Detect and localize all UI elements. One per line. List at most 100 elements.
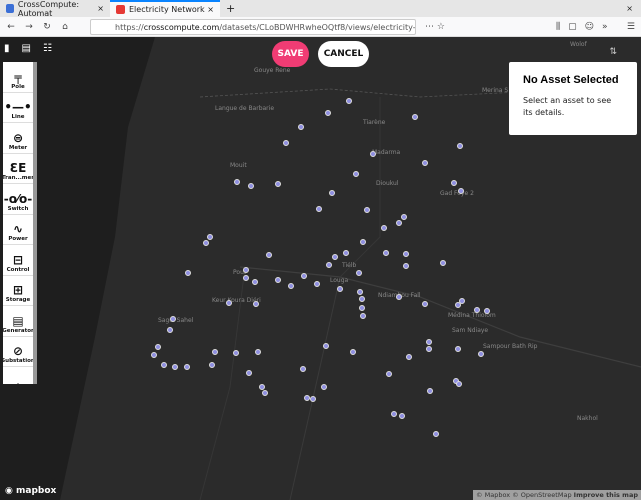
palette-item-generator[interactable]: ▤ Generator [3, 306, 36, 337]
asset-marker[interactable] [458, 188, 464, 194]
asset-marker[interactable] [332, 254, 338, 260]
asset-marker[interactable] [337, 286, 343, 292]
asset-marker[interactable] [381, 225, 387, 231]
compass-icon[interactable]: ⇅ [609, 47, 617, 57]
asset-marker[interactable] [262, 390, 268, 396]
asset-marker[interactable] [440, 260, 446, 266]
asset-marker[interactable] [484, 308, 490, 314]
browser-tab-electricity[interactable]: Electricity Network × [110, 0, 220, 17]
asset-marker[interactable] [233, 350, 239, 356]
asset-marker[interactable] [323, 343, 329, 349]
asset-marker[interactable] [203, 240, 209, 246]
asset-marker[interactable] [451, 180, 457, 186]
asset-marker[interactable] [401, 214, 407, 220]
asset-marker[interactable] [399, 413, 405, 419]
close-window-button[interactable]: × [626, 4, 633, 13]
asset-marker[interactable] [325, 110, 331, 116]
asset-marker[interactable] [343, 250, 349, 256]
asset-marker[interactable] [329, 190, 335, 196]
asset-marker[interactable] [310, 396, 316, 402]
asset-marker[interactable] [316, 206, 322, 212]
browser-tab-crosscompute[interactable]: CrossCompute: Automat × [0, 0, 110, 18]
palette-item-line[interactable]: •—• Line [3, 93, 33, 123]
palette-scrollbar[interactable] [33, 62, 37, 384]
forward-icon[interactable]: → [22, 22, 36, 32]
asset-marker[interactable] [300, 366, 306, 372]
asset-marker[interactable] [403, 251, 409, 257]
asset-marker[interactable] [151, 352, 157, 358]
asset-marker[interactable] [209, 362, 215, 368]
asset-marker[interactable] [266, 252, 272, 258]
asset-marker[interactable] [321, 384, 327, 390]
reload-icon[interactable]: ↻ [40, 22, 54, 32]
asset-marker[interactable] [350, 349, 356, 355]
asset-marker[interactable] [360, 239, 366, 245]
palette-item-station[interactable]: ♙ [3, 367, 33, 385]
asset-marker[interactable] [243, 275, 249, 281]
asset-marker[interactable] [457, 143, 463, 149]
asset-marker[interactable] [246, 370, 252, 376]
menu-icon[interactable]: ☰ [627, 22, 635, 32]
asset-marker[interactable] [426, 346, 432, 352]
asset-marker[interactable] [243, 267, 249, 273]
asset-marker[interactable] [275, 277, 281, 283]
asset-marker[interactable] [207, 234, 213, 240]
palette-item-power[interactable]: ∿ Power [3, 214, 36, 245]
mapbox-logo[interactable]: ◉ mapbox [5, 486, 56, 496]
asset-marker[interactable] [161, 362, 167, 368]
asset-marker[interactable] [234, 179, 240, 185]
asset-marker[interactable] [422, 160, 428, 166]
cancel-button[interactable]: CANCEL [318, 41, 369, 67]
palette-item-switch[interactable]: -o⁄o- Switch [3, 184, 36, 215]
asset-marker[interactable] [298, 124, 304, 130]
asset-marker[interactable] [403, 263, 409, 269]
asset-marker[interactable] [252, 279, 258, 285]
back-icon[interactable]: ← [4, 22, 18, 32]
more-icon[interactable]: ⋯ ☆ [425, 22, 445, 32]
asset-marker[interactable] [314, 281, 320, 287]
home-icon[interactable]: ⌂ [58, 22, 72, 32]
asset-marker[interactable] [326, 262, 332, 268]
save-button[interactable]: SAVE [272, 41, 309, 67]
asset-marker[interactable] [455, 346, 461, 352]
asset-marker[interactable] [474, 307, 480, 313]
asset-marker[interactable] [167, 327, 173, 333]
asset-marker[interactable] [360, 313, 366, 319]
asset-marker[interactable] [359, 305, 365, 311]
palette-item-meter[interactable]: ⊜ Meter [3, 123, 36, 154]
asset-marker[interactable] [396, 220, 402, 226]
asset-marker[interactable] [422, 301, 428, 307]
palette-item-storage[interactable]: ⊞ Storage [3, 275, 36, 306]
asset-marker[interactable] [184, 364, 190, 370]
library-icon[interactable]: ⫼▢☺» [556, 22, 616, 32]
palette-item-control[interactable]: ⊟ Control [3, 245, 36, 276]
asset-marker[interactable] [288, 283, 294, 289]
asset-marker[interactable] [426, 339, 432, 345]
map[interactable]: Gouye Rene Langue de Barbarie Merina S Tiar… [0, 37, 641, 500]
asset-marker[interactable] [353, 171, 359, 177]
palette-item-pole[interactable]: ╤ Pole [3, 62, 33, 93]
palette-item-tranmer[interactable]: ƐE Tran...mer [3, 153, 36, 184]
asset-marker[interactable] [172, 364, 178, 370]
asset-marker[interactable] [253, 301, 259, 307]
asset-marker[interactable] [255, 349, 261, 355]
asset-marker[interactable] [406, 354, 412, 360]
map-view-icon[interactable]: ▮ [4, 43, 10, 54]
url-bar[interactable]: https://crosscompute.com/datasets/CLoBDW… [90, 19, 416, 35]
asset-marker[interactable] [357, 289, 363, 295]
palette-item-substation[interactable]: ⊘ Substation [3, 337, 35, 367]
asset-marker[interactable] [478, 351, 484, 357]
asset-marker[interactable] [370, 151, 376, 157]
asset-marker[interactable] [456, 381, 462, 387]
asset-marker[interactable] [396, 294, 402, 300]
asset-marker[interactable] [226, 300, 232, 306]
asset-marker[interactable] [391, 411, 397, 417]
asset-marker[interactable] [185, 270, 191, 276]
asset-marker[interactable] [412, 114, 418, 120]
asset-marker[interactable] [301, 273, 307, 279]
close-tab-icon[interactable]: × [97, 4, 104, 13]
asset-marker[interactable] [155, 344, 161, 350]
asset-marker[interactable] [346, 98, 352, 104]
asset-marker[interactable] [283, 140, 289, 146]
new-tab-button[interactable]: + [226, 2, 235, 15]
